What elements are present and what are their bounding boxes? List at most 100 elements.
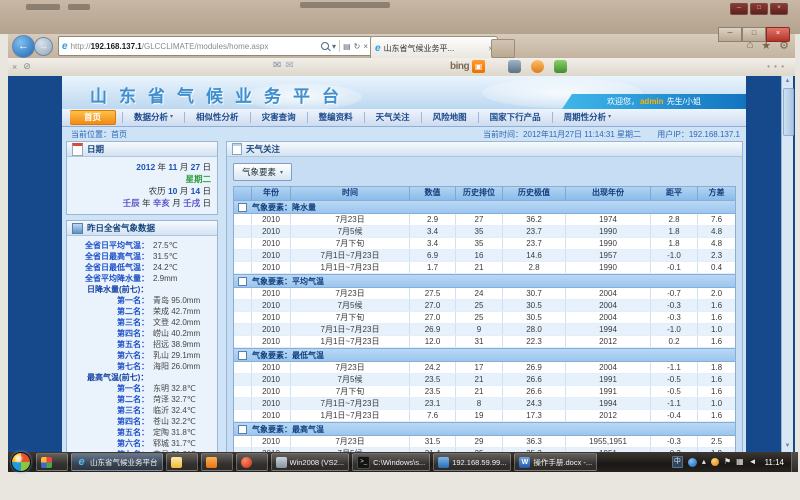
mail-icon[interactable]: ✉ [273, 60, 281, 71]
volume-icon[interactable]: ◄ [749, 457, 757, 467]
nav-item[interactable]: 相似性分析 ▾ [184, 112, 250, 123]
table-cell: -1.0 [651, 324, 698, 335]
table-cell: 17.3 [503, 410, 566, 421]
search-icon[interactable] [321, 42, 329, 50]
vertical-scrollbar[interactable]: ▲ ▼ [781, 76, 793, 452]
table-cell [234, 324, 252, 335]
table-header-cell: 时间 [291, 187, 410, 200]
table-cell [234, 336, 252, 347]
network-icon[interactable]: ▦ [736, 457, 744, 467]
ime-icon[interactable]: 中 [672, 456, 683, 468]
rank-row: 第一名： 东明 32.8℃ [73, 383, 211, 394]
forward-button[interactable]: → [34, 37, 53, 56]
refresh-icon[interactable]: ↻ [354, 42, 361, 51]
nav-item[interactable]: 数据分析 ▾ [122, 112, 184, 123]
table-cell: 1994 [566, 324, 651, 335]
app-taskbar-button[interactable] [201, 453, 233, 471]
start-button[interactable] [11, 452, 31, 472]
address-dropdown-icon[interactable]: ▾ [332, 42, 336, 51]
table-cell: 1.6 [698, 300, 735, 311]
explorer-taskbar-button[interactable] [166, 453, 198, 471]
table-cell [234, 226, 252, 237]
app-taskbar-button[interactable] [236, 453, 268, 471]
table-cell: 35 [456, 226, 503, 237]
table-cell: 2004 [566, 312, 651, 323]
nav-item[interactable]: 整编资料 ▾ [307, 112, 364, 123]
table-cell: 1月1日~7月23日 [291, 262, 410, 273]
taskbar-clock[interactable]: 11:14 [765, 458, 784, 467]
table-cell: 8 [456, 398, 503, 409]
table-cell: 1990 [566, 262, 651, 273]
group-checkbox[interactable] [238, 277, 247, 286]
compatibility-view-icon[interactable]: ▤ [343, 42, 351, 51]
stop-icon[interactable]: × [363, 42, 368, 51]
table-cell: 1月1日~7月23日 [291, 336, 410, 347]
nav-item[interactable]: 首页 ▾ [70, 110, 116, 125]
screen: ─ □ × ─ □ × ← → e http://192.168.137.1/G… [0, 0, 800, 500]
addon-icon[interactable] [531, 60, 544, 73]
bing-icon[interactable]: ▣ [472, 60, 485, 73]
close-button[interactable]: × [766, 27, 790, 42]
mail-icon[interactable]: ✉ [285, 60, 293, 71]
table-cell: 7月1日~7月23日 [291, 250, 410, 261]
group-checkbox[interactable] [238, 425, 247, 434]
security-icon[interactable] [711, 458, 719, 466]
table-cell: 12.0 [410, 336, 456, 347]
element-dropdown-button[interactable]: 气象要素 ▾ [233, 163, 292, 181]
table-cell [234, 410, 252, 421]
table-cell: 7月下旬 [291, 312, 410, 323]
nav-item[interactable]: 国家下行产品 ▾ [478, 112, 552, 123]
show-hidden-icons[interactable]: ▴ [702, 457, 706, 467]
table-cell: -1.0 [651, 250, 698, 261]
chevron-down-icon: ▾ [170, 112, 173, 123]
table-cell: 31 [456, 336, 503, 347]
group-checkbox[interactable] [238, 203, 247, 212]
current-time: 当前时间：2012年11月27日 11:14:31 星期二 [483, 130, 641, 139]
taskbar: e 山东省气候业务平台 Win2008 (VS2... C:\Windows\s… [8, 452, 798, 472]
table-row: 20107月5候23.52126.61991-0.51.6 [234, 374, 735, 386]
table-cell: 1.8 [698, 362, 735, 373]
rank-row: 第三名： 文登 42.0mm [73, 317, 211, 328]
messenger-icon[interactable] [688, 458, 697, 467]
taskbar-window-button[interactable]: 操作手册.docx -... [514, 453, 597, 471]
addon-icon[interactable] [554, 60, 567, 73]
action-center-flag-icon[interactable]: ⚑ [724, 457, 731, 467]
taskbar-window-button[interactable]: C:\Windows\s... [352, 453, 430, 471]
table-cell: 3.4 [410, 238, 456, 249]
toolbar-close-icon[interactable]: × [12, 62, 17, 72]
pinned-app-button[interactable] [36, 453, 68, 471]
table-cell: 29 [456, 436, 503, 447]
table-group-header: 气象要素：最高气温 [234, 422, 735, 436]
new-tab-button[interactable] [491, 39, 515, 58]
maximize-button[interactable]: □ [742, 27, 766, 42]
back-button[interactable]: ← [12, 35, 35, 58]
table-cell: 2.5 [698, 436, 735, 447]
minimize-button[interactable]: ─ [718, 27, 742, 42]
group-checkbox[interactable] [238, 351, 247, 360]
show-desktop-button[interactable] [791, 452, 798, 472]
scrollbar-thumb[interactable] [783, 88, 794, 136]
table-cell: 2010 [252, 250, 291, 261]
browser-chrome: ← → e http://192.168.137.1/GLCCLIMATE/mo… [8, 34, 795, 58]
scroll-down-icon[interactable]: ▼ [782, 441, 793, 452]
site-favicon: e [62, 41, 68, 52]
addon-icon[interactable] [508, 60, 521, 73]
nav-item[interactable]: 天气关注 ▾ [364, 112, 421, 123]
table-cell: 7月1日~7月23日 [291, 398, 410, 409]
taskbar-window-button[interactable]: Win2008 (VS2... [271, 453, 350, 471]
browser-tab[interactable]: e 山东省气候业务平... × [370, 36, 498, 59]
table-row: 20107月23日31.52936.31955,1951-0.32.5 [234, 436, 735, 448]
address-bar[interactable]: e http://192.168.137.1/GLCCLIMATE/module… [58, 36, 372, 56]
toolbar-overflow-icon[interactable]: • • • [767, 62, 785, 71]
nav-item[interactable]: 周期性分析 ▾ [552, 112, 623, 123]
ie-taskbar-button[interactable]: e 山东省气候业务平台 [71, 453, 163, 471]
nav-item[interactable]: 灾害查询 ▾ [250, 112, 307, 123]
blocked-content-icon[interactable]: ⊘ [23, 61, 31, 72]
nav-item[interactable]: 风险地图 ▾ [421, 112, 478, 123]
scroll-up-icon[interactable]: ▲ [782, 76, 793, 87]
table-cell: 26.9 [410, 324, 456, 335]
table-cell: 7月23日 [291, 214, 410, 225]
table-header-cell [234, 187, 252, 200]
rank-row: 第七名： 海阳 26.0mm [73, 361, 211, 372]
taskbar-window-button[interactable]: 192.168.59.99... [433, 453, 511, 471]
